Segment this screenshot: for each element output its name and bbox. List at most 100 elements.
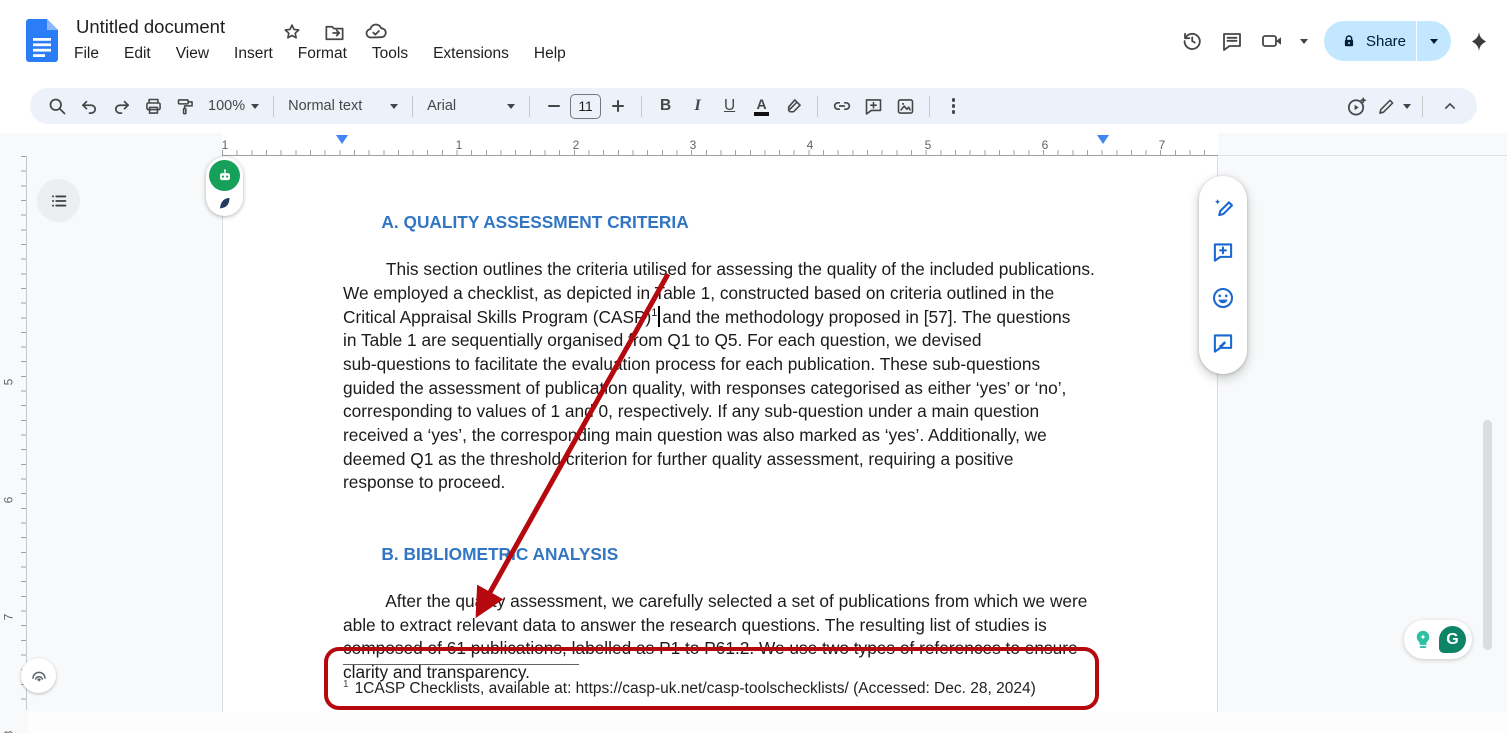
share-button-group: Share — [1324, 21, 1451, 61]
font-size-decrease-button[interactable] — [538, 92, 569, 120]
footnote-area[interactable]: 1 1CASP Checklists, available at: https:/… — [343, 664, 1109, 700]
comments-icon[interactable] — [1220, 29, 1244, 53]
paragraph-style-value: Normal text — [288, 98, 362, 114]
header: Untitled document File Edit View Insert … — [0, 0, 1507, 84]
ruler-number: 5 — [925, 138, 932, 152]
ruler-number: 6 — [1, 497, 15, 504]
ruler-number: 5 — [1, 379, 15, 386]
footnote-marker: 1 — [343, 679, 349, 690]
gemini-sparkle-icon[interactable] — [1467, 29, 1491, 53]
version-history-icon[interactable] — [1180, 29, 1204, 53]
move-folder-icon[interactable] — [322, 20, 346, 44]
document-canvas: A. QUALITY ASSESSMENT CRITERIA This sect… — [0, 156, 1507, 733]
menu-view[interactable]: View — [176, 45, 209, 63]
menu-insert[interactable]: Insert — [234, 45, 273, 63]
grammarly-bulb-icon[interactable] — [1410, 627, 1436, 653]
document-text[interactable]: A. QUALITY ASSESSMENT CRITERIA This sect… — [343, 187, 1111, 708]
video-call-icon[interactable] — [1260, 29, 1284, 53]
paint-format-icon[interactable] — [170, 92, 201, 120]
menu-file[interactable]: File — [74, 45, 99, 63]
lock-icon — [1340, 32, 1358, 50]
footnote-reference[interactable]: 1 — [651, 307, 657, 319]
footnote-text: 1CASP Checklists, available at: https://… — [355, 680, 1036, 697]
section-a-heading: A. QUALITY ASSESSMENT CRITERIA — [381, 212, 688, 232]
ruler-ticks — [222, 150, 1218, 155]
menu-help[interactable]: Help — [534, 45, 566, 63]
insert-link-icon[interactable] — [826, 92, 857, 120]
ruler-number: 6 — [1042, 138, 1049, 152]
cloud-saved-icon[interactable] — [364, 20, 388, 44]
underline-button[interactable]: U — [714, 92, 745, 120]
grammarly-widget[interactable]: G — [1404, 620, 1472, 659]
add-comment-side-button[interactable] — [1208, 237, 1238, 267]
star-icon[interactable] — [280, 20, 304, 44]
voice-assistant-button[interactable] — [21, 658, 56, 693]
section-a-body-post: and the methodology proposed in [57]. Th… — [343, 307, 1070, 493]
share-dropdown[interactable] — [1417, 21, 1451, 61]
left-indent-marker[interactable] — [336, 135, 348, 144]
ruler-number: 7 — [1159, 138, 1166, 152]
highlight-color-button[interactable] — [778, 92, 809, 120]
paragraph-style-select[interactable]: Normal text — [282, 92, 404, 120]
quick-actions-panel — [1199, 176, 1247, 374]
vertical-ruler: 5 6 7 8 — [0, 156, 28, 733]
vertical-ruler-ticks — [21, 156, 26, 710]
document-outline-button[interactable] — [37, 179, 80, 222]
docs-logo-icon[interactable] — [26, 19, 58, 62]
text-cursor — [658, 306, 660, 327]
document-page[interactable]: A. QUALITY ASSESSMENT CRITERIA This sect… — [222, 156, 1218, 712]
robot-extension-icon[interactable] — [209, 160, 240, 191]
emoji-react-button[interactable] — [1208, 283, 1238, 313]
editing-mode-pencil-icon[interactable] — [1376, 92, 1411, 120]
footnote-separator — [343, 664, 579, 665]
video-call-caret-icon[interactable] — [1300, 39, 1308, 44]
underline-icon: U — [724, 97, 735, 115]
add-comment-icon[interactable] — [858, 92, 889, 120]
menu-tools[interactable]: Tools — [372, 45, 408, 63]
print-icon[interactable] — [138, 92, 169, 120]
section-b-heading: B. BIBLIOMETRIC ANALYSIS — [381, 543, 618, 567]
font-value: Arial — [427, 98, 456, 114]
menu-format[interactable]: Format — [298, 45, 347, 63]
quill-extension-icon[interactable] — [216, 191, 233, 216]
font-size-input[interactable]: 11 — [570, 94, 601, 119]
grammarly-g-icon[interactable]: G — [1439, 626, 1466, 653]
ruler-number: 4 — [807, 138, 814, 152]
share-button[interactable]: Share — [1324, 21, 1416, 61]
horizontal-ruler[interactable]: 1 1 2 3 4 5 6 7 — [0, 133, 1507, 156]
zoom-select[interactable]: 100% — [202, 92, 265, 120]
outline-list-icon — [48, 190, 70, 212]
more-options-kebab-icon[interactable] — [938, 92, 969, 120]
italic-button[interactable]: I — [682, 92, 713, 120]
font-select[interactable]: Arial — [421, 92, 521, 120]
document-title[interactable]: Untitled document — [76, 16, 225, 38]
help-me-write-button[interactable] — [1208, 192, 1238, 222]
search-icon[interactable] — [42, 92, 73, 120]
ruler-number: 1 — [222, 138, 229, 152]
ruler-number: 7 — [1, 614, 15, 621]
google-docs-window: Untitled document File Edit View Insert … — [0, 0, 1507, 733]
undo-icon[interactable] — [74, 92, 105, 120]
ruler-number: 3 — [690, 138, 697, 152]
insert-image-icon[interactable] — [890, 92, 921, 120]
ruler-number: 2 — [573, 138, 580, 152]
menu-edit[interactable]: Edit — [124, 45, 151, 63]
bottom-band — [0, 712, 1507, 733]
collapse-menus-chevron-icon[interactable] — [1434, 92, 1465, 120]
vertical-scrollbar-thumb[interactable] — [1483, 420, 1492, 650]
font-size-increase-button[interactable] — [602, 92, 633, 120]
suggest-edits-button[interactable] — [1208, 328, 1238, 358]
browser-extension-pill[interactable] — [206, 157, 243, 216]
italic-icon: I — [694, 97, 700, 115]
menubar: File Edit View Insert Format Tools Exten… — [74, 45, 566, 63]
bold-button[interactable]: B — [650, 92, 681, 120]
text-color-button[interactable]: A — [746, 92, 777, 120]
right-indent-marker[interactable] — [1097, 135, 1109, 144]
timer-play-icon[interactable] — [1341, 92, 1372, 120]
redo-icon[interactable] — [106, 92, 137, 120]
text-color-icon: A — [754, 97, 769, 116]
ruler-number: 1 — [456, 138, 463, 152]
ruler-page-strip — [222, 133, 1218, 156]
share-label: Share — [1366, 33, 1406, 50]
menu-extensions[interactable]: Extensions — [433, 45, 509, 63]
